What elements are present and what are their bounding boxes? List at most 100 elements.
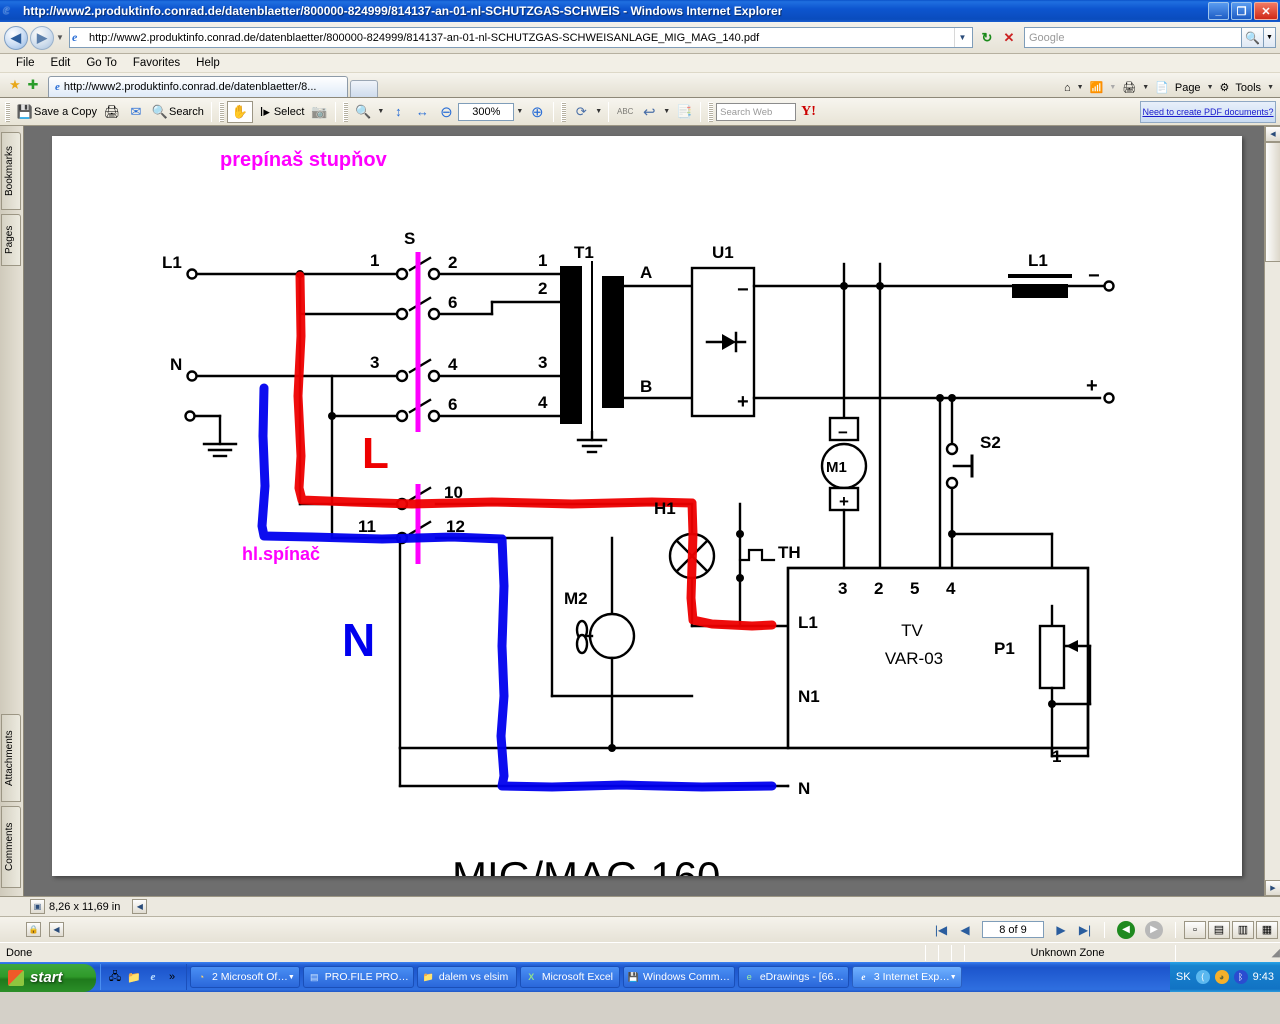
resize-pane-handle[interactable]: ▣ [30,899,45,914]
taskbar-item-internet-explorer[interactable]: e 3 Internet Exp… ▼ [851,966,962,988]
scroll-thumb[interactable] [1265,142,1280,262]
refresh-button[interactable]: ↻ [976,27,998,49]
last-page-button[interactable]: ▶| [1074,920,1096,940]
scroll-up-button[interactable]: ◀ [1265,126,1280,142]
bluetooth-icon[interactable]: ᛒ [1233,970,1248,984]
start-button[interactable]: start [0,963,96,992]
page-menu-label[interactable]: Page [1173,82,1203,94]
zoom-level-input[interactable]: 300% [458,102,515,121]
email-button[interactable]: ✉ [124,101,148,123]
menu-file[interactable]: File [8,57,43,69]
previous-view-button[interactable]: ◀ [1117,920,1135,939]
single-page-view-button[interactable]: ▫ [1184,920,1206,939]
sidebar-tab-bookmarks[interactable]: Bookmarks [1,132,21,210]
favorites-star-icon[interactable]: ★ [6,76,24,94]
minimize-button[interactable]: _ [1208,2,1229,20]
add-to-favorites-icon[interactable]: ✚ [24,76,42,94]
back-button[interactable]: ◀ [4,25,28,50]
page-menu-icon[interactable]: 📄 [1153,81,1171,94]
toolbar-grip[interactable] [5,101,10,122]
page-number-input[interactable]: 8 of 9 [982,921,1044,938]
tools-menu-dropdown-icon[interactable]: ▼ [1265,84,1276,91]
recent-pages-dropdown-icon[interactable]: ▼ [54,33,66,42]
url-dropdown-icon[interactable]: ▼ [954,28,970,47]
forward-button[interactable]: ▶ [30,25,54,50]
show-desktop-icon[interactable]: 🖧 [107,969,123,985]
collapse-pane-button[interactable]: ◀ [132,899,148,914]
sidebar-tab-attachments[interactable]: Attachments [1,714,21,802]
first-page-button[interactable]: |◀ [930,920,952,940]
quick-launch-overflow-icon[interactable]: » [164,969,180,985]
restore-button[interactable]: ❐ [1231,2,1252,20]
taskbar-item-profile[interactable]: ▤ PRO.FILE PRO… [302,966,414,988]
hand-tool-button[interactable]: ✋ [226,100,253,123]
web-search-input[interactable]: Search Web [716,102,797,121]
taskbar-item-edrawings[interactable]: e eDrawings - [66… [737,966,849,988]
taskbar-item-office[interactable]: ◔ 2 Microsoft Of… ▼ [190,966,300,988]
search-provider-dropdown-icon[interactable]: ▼ [1264,27,1276,48]
rotate-dropdown-icon[interactable]: ▼ [593,108,604,115]
zoom-level-dropdown-icon[interactable]: ▼ [514,108,525,115]
vertical-scrollbar[interactable]: ◀ ▶ [1264,126,1280,896]
taskbar-item-windows-commander[interactable]: 💾 Windows Comm… [622,966,735,988]
taskbar-group-dropdown-icon[interactable]: ▼ [288,974,295,981]
zoom-tool-button[interactable]: 🔍 [351,101,375,123]
undo-dropdown-icon[interactable]: ▼ [661,108,672,115]
create-pdf-promo-link[interactable]: Need to create PDF documents? [1140,101,1276,123]
tray-clock-app-icon[interactable]: ◕ [1214,970,1229,984]
previous-page-button[interactable]: ◀ [954,920,976,940]
save-a-copy-button[interactable]: 💾 Save a Copy [13,101,100,123]
select-tool-button[interactable]: I▸ Select [253,101,308,123]
sidebar-tab-pages[interactable]: Pages [1,214,21,266]
search-icon[interactable]: 🔍 [1242,27,1264,48]
toolbar-grip[interactable] [218,101,224,122]
zoom-out-button[interactable]: ⊖ [434,101,458,123]
menu-edit[interactable]: Edit [43,57,79,69]
taskbar-item-excel[interactable]: X Microsoft Excel [519,966,620,988]
menu-help[interactable]: Help [188,57,228,69]
taskbar-item-explorer-folder[interactable]: 📁 dalem vs elsim [416,966,517,988]
search-button[interactable]: 🔍 Search [148,101,207,123]
facing-view-button[interactable]: ▥ [1232,920,1254,939]
menu-goto[interactable]: Go To [78,57,124,69]
new-tab-button[interactable] [350,80,378,97]
clock[interactable]: 9:43 [1253,971,1274,983]
tab-active[interactable]: e http://www2.produktinfo.conrad.de/date… [48,76,348,97]
language-indicator[interactable]: SK [1176,971,1191,983]
toolbar-grip[interactable] [343,101,349,122]
print-icon[interactable]: 🖨 [1120,81,1138,94]
undo-button[interactable]: ↩ [637,101,661,123]
hide-toolbars-button[interactable]: ◀ [49,922,64,937]
search-input[interactable]: Google [1024,27,1242,48]
continuous-view-button[interactable]: ▤ [1208,920,1230,939]
snapshot-tool-button[interactable]: 📷 [307,101,331,123]
zoom-in-button[interactable]: ⊕ [525,101,549,123]
pdf-page-viewport[interactable]: prepínaš stupňov hl.spínač L N L1 N S T1… [24,126,1264,896]
home-dropdown-icon[interactable]: ▼ [1075,84,1086,91]
spell-check-button[interactable]: ABC [613,101,637,123]
tray-expand-icon[interactable]: ⟨ [1195,970,1210,984]
resize-grip[interactable]: ◢ [1272,946,1280,959]
sidebar-tab-comments[interactable]: Comments [1,806,21,888]
home-icon[interactable]: ⌂ [1062,82,1073,94]
url-input[interactable]: e http://www2.produktinfo.conrad.de/date… [69,27,973,48]
scroll-down-button[interactable]: ▶ [1265,880,1280,896]
layers-button[interactable]: 📑 [672,101,696,123]
menu-favorites[interactable]: Favorites [125,57,188,69]
close-button[interactable]: ✕ [1254,2,1278,20]
rotate-button[interactable]: ⟳ [569,101,593,123]
page-menu-dropdown-icon[interactable]: ▼ [1205,84,1216,91]
toolbar-grip[interactable] [708,101,714,122]
next-page-button[interactable]: ▶ [1050,920,1072,940]
print-button[interactable]: 🖨 [100,101,124,123]
zoom-tool-dropdown-icon[interactable]: ▼ [375,108,386,115]
feeds-icon[interactable]: 📶 [1088,81,1106,94]
internet-explorer-quicklaunch-icon[interactable]: e [145,969,161,985]
fit-page-button[interactable]: ↕ [386,101,410,123]
tools-menu-label[interactable]: Tools [1233,82,1263,94]
toolbar-grip[interactable] [561,101,567,122]
print-dropdown-icon[interactable]: ▼ [1140,84,1151,91]
yahoo-logo[interactable]: Y! [801,104,816,120]
fit-width-button[interactable]: ↔ [410,101,434,123]
continuous-facing-view-button[interactable]: ▦ [1256,920,1278,939]
